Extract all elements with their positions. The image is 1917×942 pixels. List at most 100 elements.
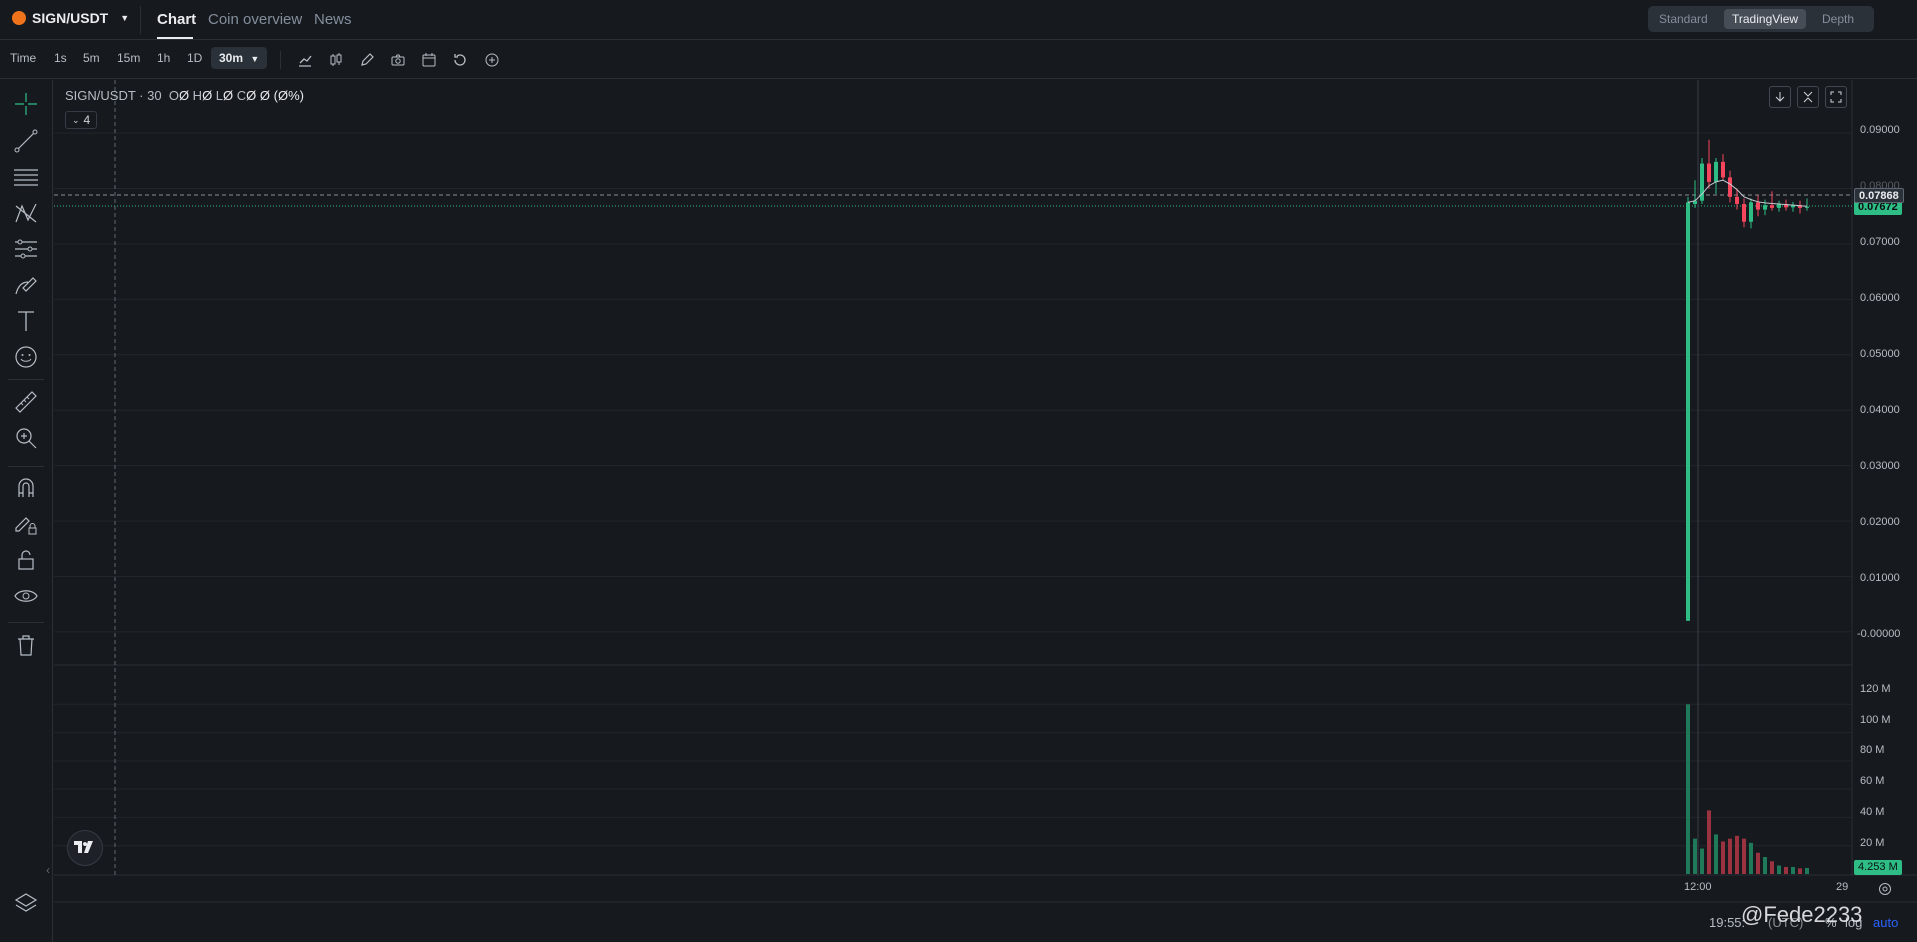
magnet-icon[interactable] — [10, 472, 42, 504]
divider — [280, 51, 281, 69]
tab-coin-overview[interactable]: Coin overview — [208, 11, 302, 28]
forecast-icon[interactable] — [10, 233, 42, 265]
auto-toggle[interactable]: auto — [1873, 915, 1898, 930]
price-tick: 0.06000 — [1860, 292, 1900, 304]
layers-icon[interactable] — [10, 888, 42, 920]
interval-1h[interactable]: 1h — [157, 51, 170, 65]
candle-series — [1686, 139, 1809, 621]
legend-change: Ø (Ø%) — [259, 88, 304, 103]
settings-icon[interactable] — [1878, 882, 1892, 896]
tab-news[interactable]: News — [314, 11, 352, 28]
coin-logo-icon — [12, 11, 26, 25]
chart-legend: SIGN/USDT · 30 OØ HØ LØ CØ Ø (Ø%) — [65, 88, 304, 103]
volume-bar — [1784, 866, 1788, 874]
reset-icon[interactable] — [450, 50, 470, 70]
candle-body — [1707, 163, 1711, 182]
volume-bar — [1742, 838, 1746, 874]
price-tick: 0.05000 — [1860, 348, 1900, 360]
volume-bar — [1798, 868, 1802, 874]
chart-canvas[interactable] — [54, 80, 1917, 942]
indicators-collapse-button[interactable]: ⌄ 4 — [65, 111, 98, 129]
add-icon[interactable] — [482, 50, 502, 70]
ruler-icon[interactable] — [10, 386, 42, 418]
indicator-count: 4 — [83, 113, 91, 127]
view-depth[interactable]: Depth — [1814, 9, 1862, 29]
calendar-icon[interactable] — [419, 50, 439, 70]
tradingview-logo-icon[interactable] — [67, 830, 103, 866]
download-icon[interactable] — [1769, 86, 1791, 108]
volume-bar — [1763, 857, 1767, 874]
price-tick: 0.03000 — [1860, 460, 1900, 472]
camera-icon[interactable] — [388, 50, 408, 70]
interval-1d[interactable]: 1D — [187, 51, 202, 65]
top-bar: SIGN/USDT ▼ Chart Coin overview News Sta… — [0, 0, 1917, 40]
unlock-icon[interactable] — [10, 544, 42, 576]
watermark: @Fede2233 — [1741, 902, 1863, 927]
collapse-arrow-icon[interactable]: ‹ — [46, 863, 50, 877]
volume-bar — [1686, 704, 1690, 874]
divider — [8, 622, 44, 623]
candle-body — [1763, 205, 1767, 210]
drawing-toolbar: ‹ — [0, 80, 53, 942]
time-tick: 12:00 — [1684, 881, 1712, 893]
clock: 19:55: — [1709, 915, 1746, 930]
volume-tick: 40 M — [1860, 806, 1885, 818]
emoji-icon[interactable] — [10, 341, 42, 373]
volume-tick: 20 M — [1860, 837, 1885, 849]
crosshair-icon[interactable] — [10, 88, 42, 120]
candle-type-icon[interactable] — [326, 50, 346, 70]
trading-app: SIGN/USDT ▼ Chart Coin overview News Sta… — [0, 0, 1917, 942]
lock-pencil-icon[interactable] — [10, 508, 42, 540]
crosshair-price-badge: 0.07868 — [1854, 188, 1904, 203]
maximize-pane-icon[interactable] — [1825, 86, 1847, 108]
trash-icon[interactable] — [10, 629, 42, 661]
candle-body — [1805, 206, 1809, 208]
view-standard[interactable]: Standard — [1651, 9, 1716, 29]
trend-line-icon[interactable] — [10, 125, 42, 157]
tab-chart[interactable]: Chart — [157, 11, 196, 28]
view-switcher: Standard TradingView Depth — [1648, 6, 1874, 32]
legend-open: Ø — [178, 88, 190, 103]
time-button[interactable]: Time — [10, 51, 36, 65]
legend-high: Ø — [202, 88, 213, 103]
candle-body — [1756, 202, 1760, 210]
interval-30m[interactable]: 30m ▼ — [211, 47, 268, 69]
chevron-down-icon: ⌄ — [72, 114, 80, 125]
brush-icon[interactable] — [10, 269, 42, 301]
volume-bar — [1735, 835, 1739, 874]
view-tradingview[interactable]: TradingView — [1724, 9, 1807, 29]
candle-body — [1742, 204, 1746, 222]
interval-15m[interactable]: 15m — [117, 51, 140, 65]
volume-bar — [1693, 838, 1697, 874]
volume-bar — [1777, 865, 1781, 874]
interval-5m[interactable]: 5m — [83, 51, 100, 65]
chart-toolbar: Time 1s 5m 15m 1h 1D 30m ▼ — [0, 41, 1917, 79]
volume-bar — [1700, 848, 1704, 874]
collapse-pane-icon[interactable] — [1797, 86, 1819, 108]
eye-icon[interactable] — [10, 580, 42, 612]
pair-selector[interactable]: SIGN/USDT ▼ — [12, 10, 129, 26]
active-tab-underline — [157, 37, 193, 39]
volume-bar — [1721, 841, 1725, 874]
price-tick: 0.02000 — [1860, 516, 1900, 528]
horizontal-lines-icon[interactable] — [10, 161, 42, 193]
legend-interval: 30 — [147, 88, 162, 103]
price-tick: -0.00000 — [1857, 628, 1901, 640]
indicators-icon[interactable] — [295, 50, 315, 70]
volume-bar — [1714, 834, 1718, 874]
pattern-icon[interactable] — [10, 197, 42, 229]
divider — [8, 379, 44, 380]
draw-icon[interactable] — [357, 50, 377, 70]
price-tick: 0.07000 — [1860, 236, 1900, 248]
interval-30m-label: 30m — [219, 51, 244, 65]
volume-bar — [1707, 810, 1711, 874]
text-icon[interactable] — [10, 305, 42, 337]
moving-average-line — [1687, 179, 1808, 207]
price-tick: 0.04000 — [1860, 404, 1900, 416]
interval-1s[interactable]: 1s — [54, 51, 67, 65]
zoom-in-icon[interactable] — [10, 422, 42, 454]
pair-label: SIGN/USDT — [32, 10, 109, 26]
chevron-down-icon: ▼ — [120, 13, 130, 23]
candle-body — [1770, 205, 1774, 208]
price-tick: 0.09000 — [1860, 124, 1900, 136]
